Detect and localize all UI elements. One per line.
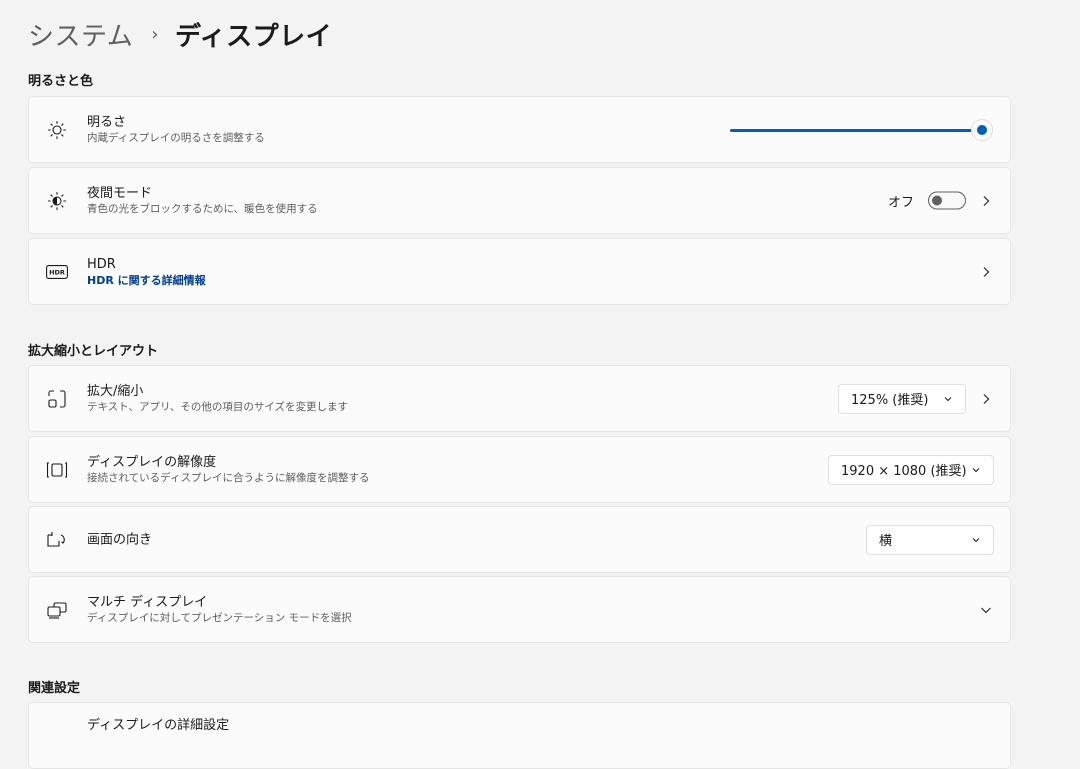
chevron-down-icon (944, 396, 952, 401)
orientation-card: 画面の向き 横 (28, 506, 1011, 573)
breadcrumb-parent[interactable]: システム (28, 16, 133, 53)
breadcrumb-separator: › (151, 23, 159, 45)
orientation-icon (45, 528, 69, 552)
brightness-title: 明るさ (87, 114, 127, 130)
brightness-slider[interactable] (730, 119, 992, 140)
scale-icon (45, 387, 69, 411)
multi-display-card[interactable]: マルチ ディスプレイ ディスプレイに対してプレゼンテーション モードを選択 (28, 576, 1011, 643)
night-light-card[interactable]: 夜間モード 青色の光をブロックするために、暖色を使用する オフ (28, 167, 1011, 234)
hdr-icon: HDR (45, 260, 69, 284)
scale-subtitle: テキスト、アプリ、その他の項目のサイズを変更します (87, 400, 349, 413)
advanced-display-title: ディスプレイの詳細設定 (87, 718, 230, 733)
section-title-related: 関連設定 (28, 681, 81, 696)
brightness-slider-track[interactable] (730, 128, 982, 132)
page-title: ディスプレイ (174, 21, 333, 52)
brightness-icon (45, 118, 69, 142)
hdr-info-link[interactable]: HDR に関する詳細情報 (87, 273, 206, 288)
night-light-icon (45, 189, 69, 213)
orientation-dropdown-value: 横 (879, 534, 893, 549)
multi-display-subtitle: ディスプレイに対してプレゼンテーション モードを選択 (87, 611, 352, 624)
orientation-dropdown[interactable]: 横 (866, 524, 994, 555)
multi-display-title: マルチ ディスプレイ (87, 594, 208, 610)
chevron-right-icon (983, 393, 990, 404)
breadcrumb: システム › ディスプレイ (28, 14, 332, 54)
resolution-icon (45, 458, 69, 482)
scale-dropdown[interactable]: 125% (推奨) (838, 383, 966, 414)
section-title-scale-layout: 拡大縮小とレイアウト (28, 344, 159, 359)
chevron-down-icon[interactable] (980, 604, 992, 616)
brightness-slider-thumb[interactable] (972, 119, 992, 140)
toggle-knob (932, 195, 942, 206)
svg-text:HDR: HDR (49, 268, 65, 276)
resolution-title: ディスプレイの解像度 (87, 454, 217, 470)
scale-dropdown-value: 125% (推奨) (851, 393, 929, 408)
night-light-subtitle: 青色の光をブロックするために、暖色を使用する (87, 202, 318, 215)
chevron-right-icon (983, 266, 990, 277)
chevron-right-icon (983, 195, 990, 206)
hdr-title: HDR (87, 256, 116, 272)
advanced-display-card[interactable]: ディスプレイの詳細設定 (28, 702, 1011, 769)
scale-title: 拡大/縮小 (87, 383, 144, 399)
night-light-toggle[interactable] (928, 191, 966, 210)
brightness-card: 明るさ 内蔵ディスプレイの明るさを調整する (28, 96, 1011, 163)
scale-card[interactable]: 拡大/縮小 テキスト、アプリ、その他の項目のサイズを変更します 125% (推奨… (28, 365, 1011, 432)
night-light-title: 夜間モード (87, 185, 153, 201)
orientation-title: 画面の向き (87, 532, 153, 547)
night-light-state: オフ (887, 195, 914, 210)
multi-display-icon (45, 598, 69, 622)
resolution-dropdown-value: 1920 × 1080 (推奨) (841, 464, 967, 479)
resolution-card: ディスプレイの解像度 接続されているディスプレイに合うように解像度を調整する 1… (28, 436, 1011, 503)
chevron-down-icon (972, 467, 980, 472)
section-title-brightness-color: 明るさと色 (28, 74, 94, 89)
chevron-down-icon (972, 537, 980, 542)
resolution-dropdown[interactable]: 1920 × 1080 (推奨) (828, 454, 994, 485)
brightness-subtitle: 内蔵ディスプレイの明るさを調整する (87, 131, 265, 144)
hdr-card[interactable]: HDR HDR HDR に関する詳細情報 (28, 238, 1011, 305)
resolution-subtitle: 接続されているディスプレイに合うように解像度を調整する (87, 471, 370, 484)
